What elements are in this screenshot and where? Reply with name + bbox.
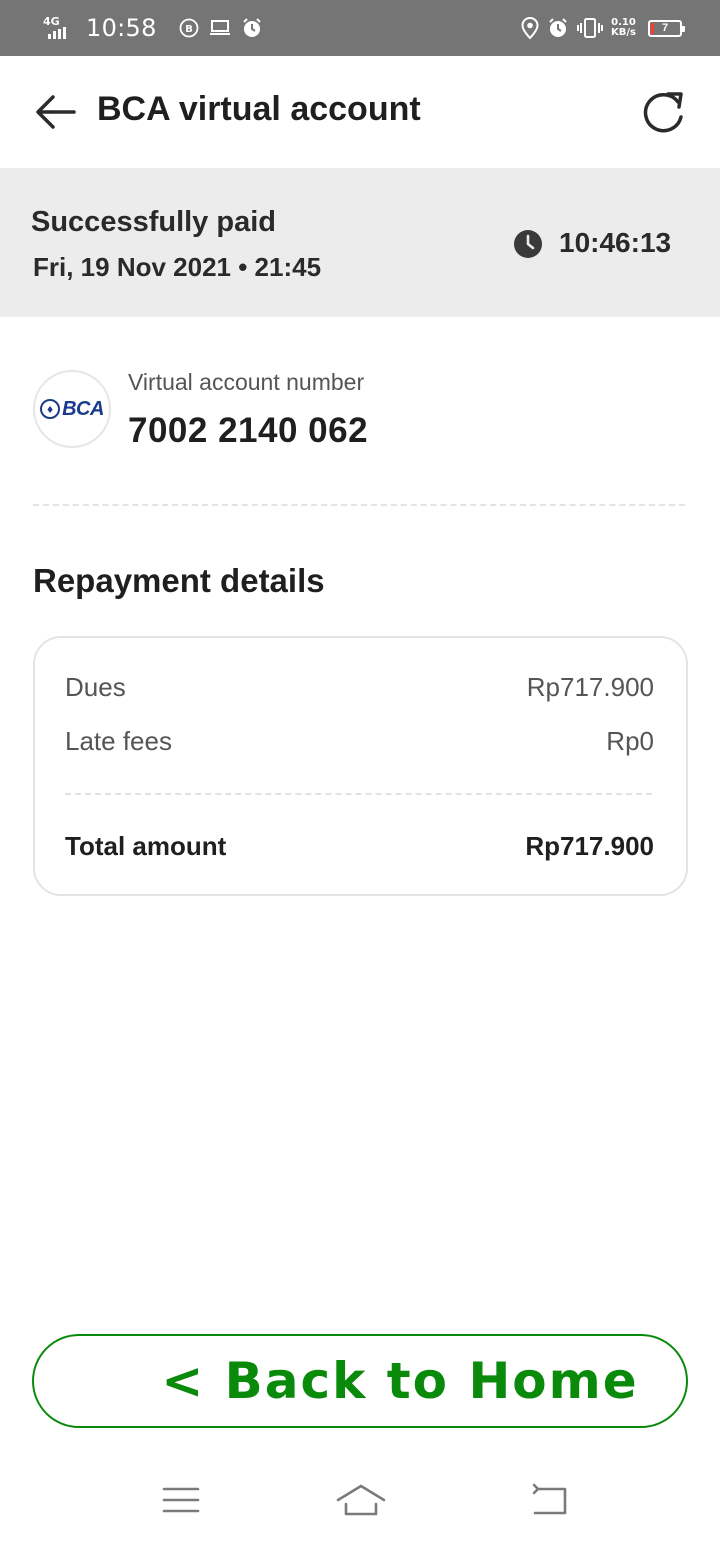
payment-status-label: Successfully paid [31,206,276,238]
alarm-icon [549,18,567,37]
battery-text: 7 [661,22,669,34]
alarm-icon [242,18,261,37]
repayment-title: Repayment details [33,562,325,599]
dues-value: Rp717.900 [526,672,654,702]
virtual-account-section: ♦ BCA Virtual account number 7002 2140 0… [0,317,720,507]
dues-row: Dues Rp717.900 [65,672,654,703]
menu-icon[interactable] [160,1480,204,1520]
arrow-left-icon[interactable] [34,92,76,132]
total-label: Total amount [65,831,227,861]
home-icon[interactable] [336,1480,386,1520]
status-icons-left: B [179,17,263,39]
bca-logo-text: BCA [62,397,104,420]
battery-level [651,22,654,34]
status-bar-right: 0.10 KB/s 7 [521,0,685,56]
back-to-home-button[interactable]: < Back to Home [32,1334,688,1428]
dues-label: Dues [65,672,126,702]
total-value: Rp717.900 [525,831,654,861]
late-fees-label: Late fees [65,726,172,756]
bca-mark-icon: ♦ [40,399,61,419]
signal-indicator: 4G [40,14,74,42]
battery-icon: 7 [648,19,685,37]
late-fees-row: Late fees Rp0 [65,726,654,757]
app-bar: BCA virtual account [0,56,720,168]
repayment-card: Dues Rp717.900 Late fees Rp0 Total amoun… [33,636,688,896]
late-fees-value: Rp0 [606,726,654,756]
page-title: BCA virtual account [97,90,421,128]
payment-datetime: Fri, 19 Nov 2021 • 21:45 [33,252,322,282]
bca-logo: ♦ BCA [33,370,111,448]
status-bar: 4G 10:58 B 0.10 KB/s 7 [0,0,720,56]
speed-unit: KB/s [611,27,636,38]
system-nav-bar [0,1456,720,1544]
laptop-icon [209,20,230,35]
status-time: 10:58 [86,14,157,42]
clock-icon [514,230,542,258]
virtual-account-number[interactable]: 7002 2140 062 [128,411,368,451]
virtual-account-label: Virtual account number [128,369,365,395]
svg-text:B: B [185,24,193,35]
card-divider [65,793,652,795]
vibrate-icon [577,18,604,38]
b-circle-icon: B [179,18,199,38]
location-icon [521,17,539,39]
payment-status-banner: Successfully paid Fri, 19 Nov 2021 • 21:… [0,168,720,317]
network-speed: 0.10 KB/s [611,18,636,38]
payment-time: 10:46:13 [559,227,672,258]
section-divider [33,504,685,506]
refresh-icon[interactable] [638,90,688,136]
total-row: Total amount Rp717.900 [65,831,654,862]
back-icon[interactable] [528,1480,572,1520]
status-bar-left: 4G 10:58 B [40,0,263,56]
signal-bars-icon [48,27,66,39]
